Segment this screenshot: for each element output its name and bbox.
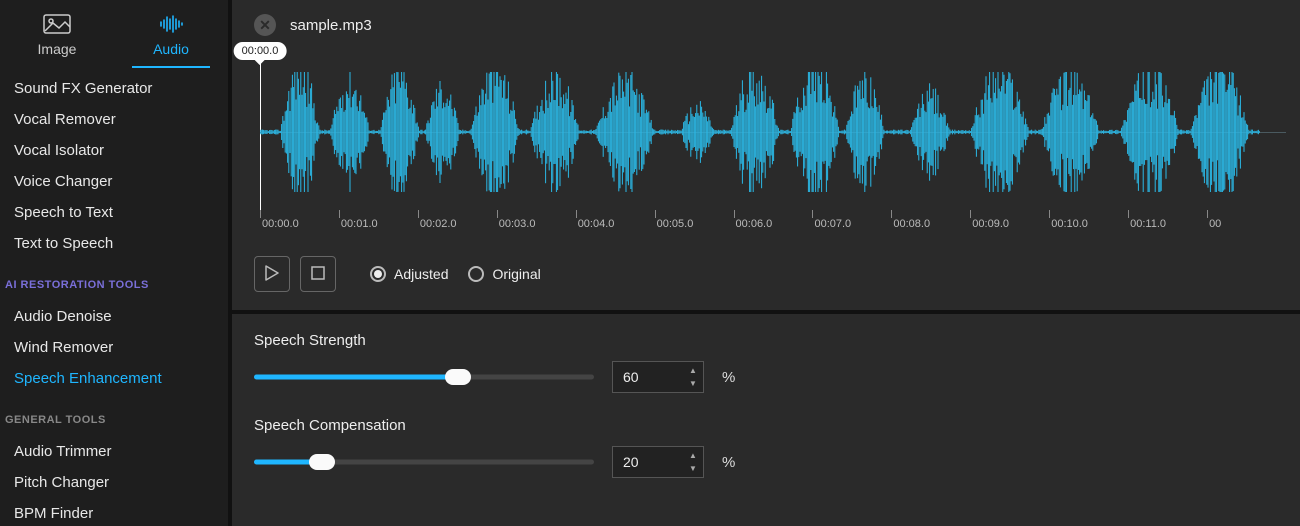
tab-audio-label: Audio <box>153 41 189 57</box>
nav-bpm-finder[interactable]: BPM Finder <box>0 498 228 526</box>
speech-compensation-slider[interactable] <box>254 452 594 472</box>
play-button[interactable] <box>254 256 290 292</box>
time-tick: 00:05.0 <box>655 216 734 238</box>
time-tick: 00:04.0 <box>576 216 655 238</box>
nav-speech-enhancement[interactable]: Speech Enhancement <box>0 363 228 394</box>
nav-pitch-changer[interactable]: Pitch Changer <box>0 467 228 498</box>
nav-text-to-speech[interactable]: Text to Speech <box>0 228 228 259</box>
image-icon <box>0 14 114 37</box>
stop-button[interactable] <box>300 256 336 292</box>
radio-icon <box>370 266 386 282</box>
speech-strength-unit: % <box>722 369 735 386</box>
nav-wind-remover[interactable]: Wind Remover <box>0 332 228 363</box>
media-tabs: Image <box>0 0 228 67</box>
audio-icon <box>114 14 228 37</box>
sidebar: Image <box>0 0 232 526</box>
speech-strength-label: Speech Strength <box>254 332 1278 349</box>
time-tick: 00:06.0 <box>734 216 813 238</box>
nav-voice-changer[interactable]: Voice Changer <box>0 166 228 197</box>
radio-adjusted[interactable]: Adjusted <box>370 266 448 282</box>
stop-icon <box>311 266 325 283</box>
file-row: ✕ sample.mp3 <box>232 0 1300 40</box>
play-icon <box>265 265 279 284</box>
nav-ai: Audio Denoise Wind Remover Speech Enhanc… <box>0 295 228 400</box>
param-speech-compensation: Speech Compensation ▲ ▼ % <box>254 417 1278 478</box>
time-tick: 00:11.0 <box>1128 216 1207 238</box>
close-icon: ✕ <box>259 17 271 34</box>
parameters: Speech Strength ▲ ▼ % <box>232 314 1300 520</box>
time-tick: 00:07.0 <box>812 216 891 238</box>
section-ai-restoration: AI RESTORATION TOOLS <box>0 265 228 295</box>
radio-original[interactable]: Original <box>468 266 540 282</box>
time-tick: 00:08.0 <box>891 216 970 238</box>
section-general-tools: GENERAL TOOLS <box>0 400 228 430</box>
spin-up-icon[interactable]: ▲ <box>686 364 700 377</box>
tab-audio[interactable]: Audio <box>114 8 228 67</box>
time-ruler: 00:00.000:01.000:02.000:03.000:04.000:05… <box>260 216 1286 238</box>
time-tick: 00:02.0 <box>418 216 497 238</box>
time-tick: 00:01.0 <box>339 216 418 238</box>
playhead-time-badge: 00:00.0 <box>234 42 287 60</box>
time-tick: 00 <box>1207 216 1286 238</box>
nav-speech-to-text[interactable]: Speech to Text <box>0 197 228 228</box>
main-panel: ✕ sample.mp3 00:00.0 00:00.000:01.000:02… <box>232 0 1300 526</box>
nav-sound-fx-generator[interactable]: Sound FX Generator <box>0 73 228 104</box>
waveform <box>260 72 1260 192</box>
view-mode-group: Adjusted Original <box>370 266 541 282</box>
nav-audio-denoise[interactable]: Audio Denoise <box>0 301 228 332</box>
nav-general: Audio Trimmer Pitch Changer BPM Finder N… <box>0 430 228 526</box>
spin-down-icon[interactable]: ▼ <box>686 462 700 475</box>
nav-audio-trimmer[interactable]: Audio Trimmer <box>0 436 228 467</box>
time-tick: 00:09.0 <box>970 216 1049 238</box>
nav-top: Sound FX Generator Vocal Remover Vocal I… <box>0 67 228 265</box>
time-tick: 00:00.0 <box>260 216 339 238</box>
playback-controls: Adjusted Original <box>232 238 1300 314</box>
spin-down-icon[interactable]: ▼ <box>686 377 700 390</box>
spin-up-icon[interactable]: ▲ <box>686 449 700 462</box>
tab-image-label: Image <box>38 41 77 57</box>
radio-adjusted-label: Adjusted <box>394 266 448 282</box>
close-file-button[interactable]: ✕ <box>254 14 276 36</box>
waveform-area[interactable]: 00:00.0 00:00.000:01.000:02.000:03.000:0… <box>246 48 1286 238</box>
speech-strength-slider[interactable] <box>254 367 594 387</box>
speech-compensation-label: Speech Compensation <box>254 417 1278 434</box>
radio-original-label: Original <box>492 266 540 282</box>
radio-icon <box>468 266 484 282</box>
time-tick: 00:03.0 <box>497 216 576 238</box>
time-tick: 00:10.0 <box>1049 216 1128 238</box>
tab-image[interactable]: Image <box>0 8 114 67</box>
nav-vocal-remover[interactable]: Vocal Remover <box>0 104 228 135</box>
param-speech-strength: Speech Strength ▲ ▼ % <box>254 332 1278 393</box>
nav-vocal-isolator[interactable]: Vocal Isolator <box>0 135 228 166</box>
file-name: sample.mp3 <box>290 17 372 34</box>
speech-compensation-unit: % <box>722 454 735 471</box>
